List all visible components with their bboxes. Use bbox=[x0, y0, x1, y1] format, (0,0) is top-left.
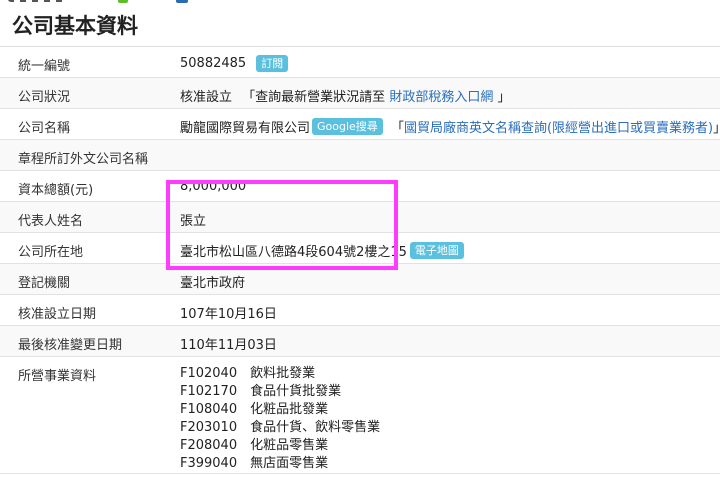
business-item: F102170 食品什貨批發業 bbox=[180, 384, 342, 399]
status-note-suffix: 」 bbox=[497, 90, 511, 105]
business-list: F102040 飲料批發業 F102170 食品什貨批發業 F108040 化粧… bbox=[168, 357, 720, 473]
status-value-cell: 核准設立 「查詢最新營業狀況請至 財政部稅務入口網 」 bbox=[168, 78, 720, 105]
changed-date-label: 最後核准變更日期 bbox=[18, 338, 123, 353]
business-item: F208040 化粧品零售業 bbox=[180, 438, 329, 453]
row-business: 所營事業資料 F102040 飲料批發業 F102170 食品什貨批發業 F10… bbox=[0, 357, 720, 474]
top-toolbar-fragment bbox=[0, 0, 720, 4]
status-label: 公司狀況 bbox=[18, 90, 71, 105]
row-approved-date: 核准設立日期 107年10月16日 bbox=[0, 295, 720, 326]
toolbar-dots-icon bbox=[8, 0, 68, 2]
map-button[interactable]: 電子地圖 bbox=[409, 242, 464, 259]
english-name-query-link[interactable]: 國貿局廠商英文名稱查詢(限經營出進口或買賣業務者) bbox=[404, 121, 713, 136]
row-foreign-name: 章程所訂外文公司名稱 bbox=[0, 140, 720, 171]
address-value-cell: 臺北市松山區八德路4段604號2樓之15 電子地圖 bbox=[168, 233, 720, 260]
row-company-name: 公司名稱 勵龍國際貿易有限公司 Google搜尋 「國貿局廠商英文名稱查詢(限經營… bbox=[0, 109, 720, 140]
status-note-prefix: 「查詢最新營業狀況請至 bbox=[242, 90, 386, 105]
business-item: F108040 化粧品批發業 bbox=[180, 402, 329, 417]
foreign-name-value bbox=[168, 140, 720, 148]
row-address: 公司所在地 臺北市松山區八德路4段604號2樓之15 電子地圖 bbox=[0, 233, 720, 264]
business-item: F203010 食品什貨、飲料零售業 bbox=[180, 420, 381, 435]
tax-id-value-cell: 50882485 訂閱 bbox=[168, 47, 720, 72]
tax-portal-link[interactable]: 財政部稅務入口網 bbox=[389, 90, 493, 105]
authority-label: 登記機關 bbox=[18, 276, 71, 291]
business-label: 所營事業資料 bbox=[18, 369, 97, 384]
company-name-value-cell: 勵龍國際貿易有限公司 Google搜尋 「國貿局廠商英文名稱查詢(限經營出進口或買… bbox=[168, 109, 720, 136]
row-status: 公司狀況 核准設立 「查詢最新營業狀況請至 財政部稅務入口網 」 bbox=[0, 78, 720, 109]
row-representative: 代表人姓名 張立 bbox=[0, 202, 720, 233]
page-title: 公司基本資料 bbox=[12, 14, 138, 38]
status-value: 核准設立 bbox=[180, 90, 233, 105]
business-item: F102040 飲料批發業 bbox=[180, 366, 316, 381]
row-tax-id: 統一編號 50882485 訂閱 bbox=[0, 47, 720, 78]
google-search-button[interactable]: Google搜尋 bbox=[312, 118, 383, 135]
company-name-value: 勵龍國際貿易有限公司 bbox=[180, 121, 311, 136]
subscribe-button[interactable]: 訂閱 bbox=[256, 55, 289, 72]
company-name-label: 公司名稱 bbox=[18, 121, 71, 136]
approved-date-value: 107年10月16日 bbox=[180, 307, 277, 322]
tax-id-value: 50882485 bbox=[180, 56, 247, 71]
name-note-prefix: 「 bbox=[390, 121, 404, 136]
row-changed-date: 最後核准變更日期 110年11月03日 bbox=[0, 326, 720, 357]
approved-date-label: 核准設立日期 bbox=[18, 307, 97, 322]
name-note-suffix: 」 bbox=[713, 121, 720, 136]
address-label: 公司所在地 bbox=[18, 245, 84, 260]
tax-id-label: 統一編號 bbox=[18, 59, 71, 74]
company-info-table: 統一編號 50882485 訂閱 公司狀況 核准設立 「查詢最新營業狀況請至 財… bbox=[0, 46, 720, 474]
green-app-icon bbox=[118, 0, 128, 3]
representative-value: 張立 bbox=[180, 214, 207, 229]
row-authority: 登記機關 臺北市政府 bbox=[0, 264, 720, 295]
address-value: 臺北市松山區八德路4段604號2樓之15 bbox=[180, 245, 407, 260]
representative-label: 代表人姓名 bbox=[18, 214, 84, 229]
changed-date-value: 110年11月03日 bbox=[180, 338, 277, 353]
capital-label: 資本總額(元) bbox=[18, 183, 94, 198]
authority-value: 臺北市政府 bbox=[180, 276, 246, 291]
foreign-name-label: 章程所訂外文公司名稱 bbox=[18, 152, 149, 167]
capital-value: 8,000,000 bbox=[180, 179, 247, 194]
blue-app-icon bbox=[176, 0, 188, 3]
row-capital: 資本總額(元) 8,000,000 bbox=[0, 171, 720, 202]
business-item: F399040 無店面零售業 bbox=[180, 456, 329, 471]
